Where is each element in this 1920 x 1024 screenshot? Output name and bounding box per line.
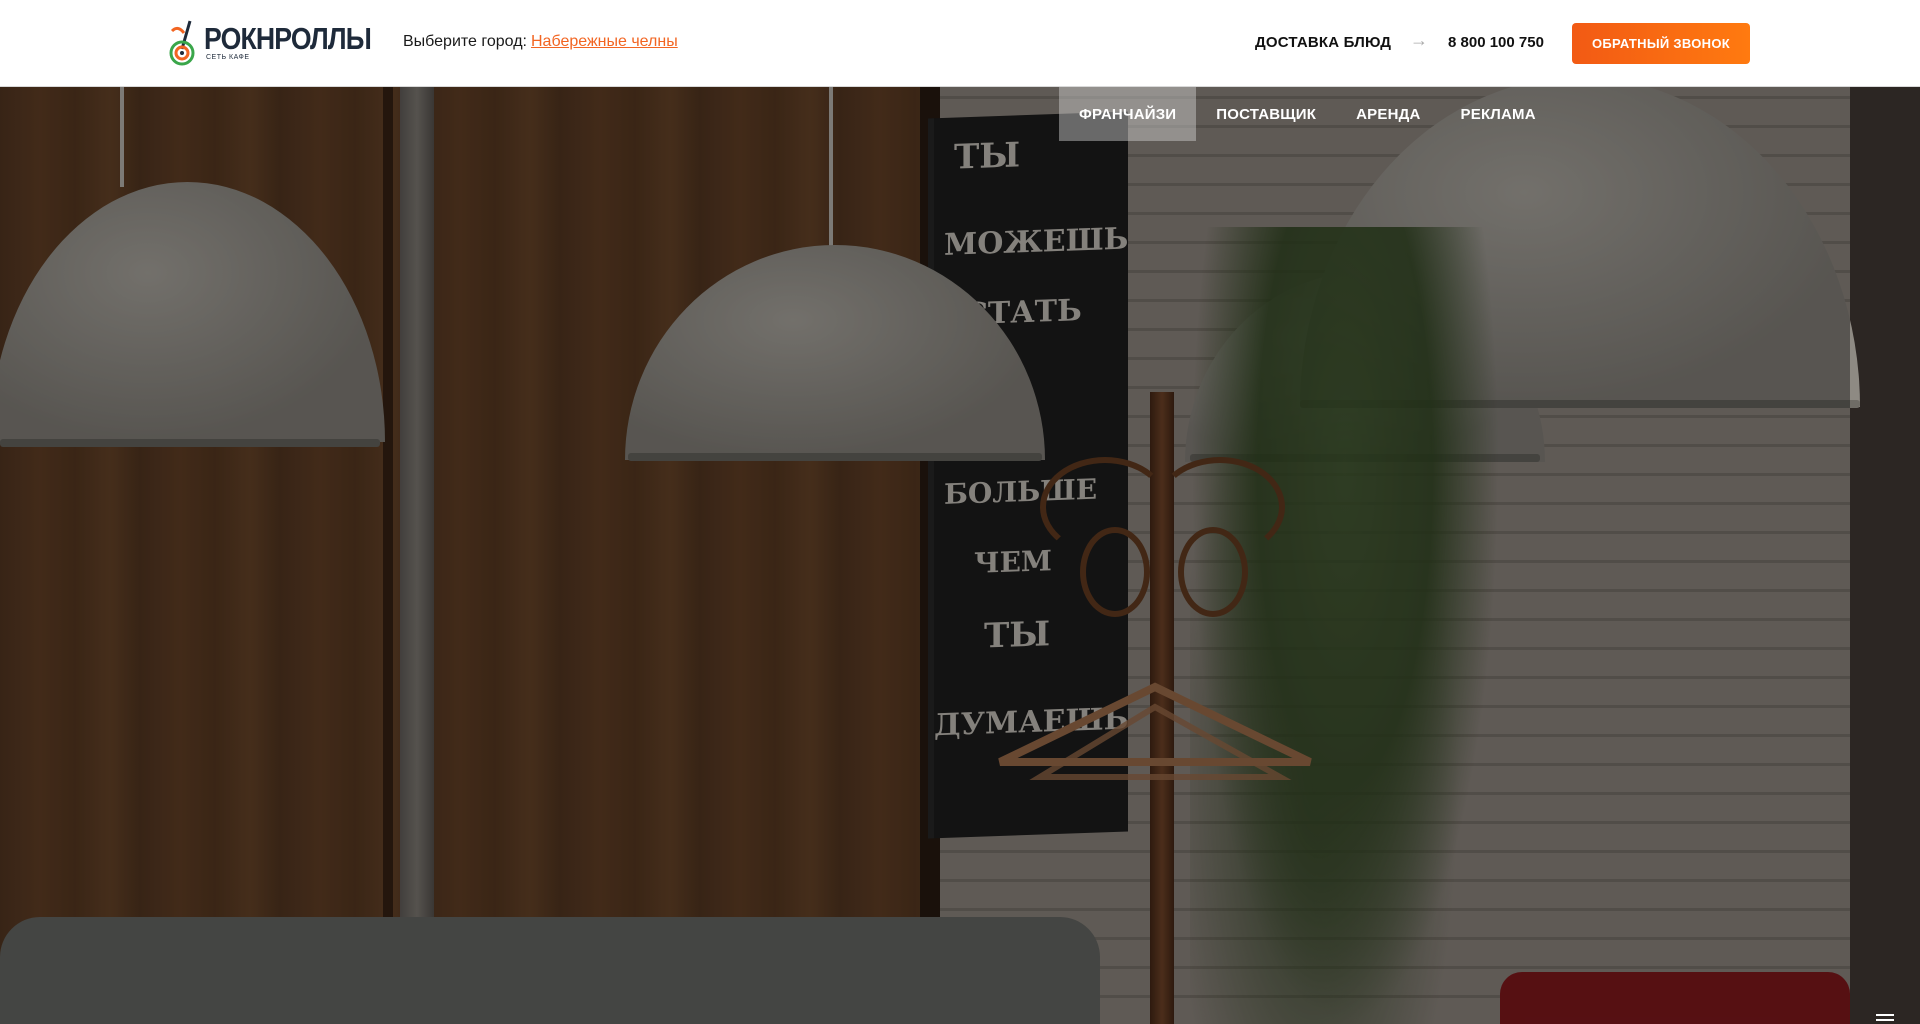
phone-link[interactable]: 8 800 100 750 <box>1448 34 1544 51</box>
guitar-logo-icon <box>168 19 200 67</box>
subnav-item-supplier[interactable]: ПОСТАВЩИК <box>1196 87 1336 141</box>
city-link[interactable]: Набережные челны <box>531 33 678 50</box>
logo[interactable]: РОКНРОЛЛЫ СЕТЬ КАФЕ <box>168 19 398 67</box>
callback-button[interactable]: ОБРАТНЫЙ ЗВОНОК <box>1572 23 1750 64</box>
hamburger-icon[interactable] <box>1876 1014 1894 1024</box>
subnav-item-advertising[interactable]: РЕКЛАМА <box>1441 87 1556 141</box>
city-label: Выберите город: <box>403 33 527 50</box>
city-selector: Выберите город: Набережные челны <box>403 33 678 51</box>
subnav-item-rent[interactable]: АРЕНДА <box>1336 87 1440 141</box>
delivery-link[interactable]: ДОСТАВКА БЛЮД <box>1255 34 1391 51</box>
hero-banner: ТЫ МОЖЕШЬ СТАТЬ БОЛЬШЕ ЧЕМ ТЫ ДУМАЕШЬ <box>0 87 1920 1024</box>
sub-navigation: ФРАНЧАЙЗИ ПОСТАВЩИК АРЕНДА РЕКЛАМА <box>1059 87 1556 141</box>
logo-title: РОКНРОЛЛЫ <box>204 21 372 56</box>
site-header: РОКНРОЛЛЫ СЕТЬ КАФЕ Выберите город: Набер… <box>0 0 1920 87</box>
subnav-item-franchise[interactable]: ФРАНЧАЙЗИ <box>1059 87 1197 141</box>
arrow-right-icon: → <box>1410 30 1428 50</box>
